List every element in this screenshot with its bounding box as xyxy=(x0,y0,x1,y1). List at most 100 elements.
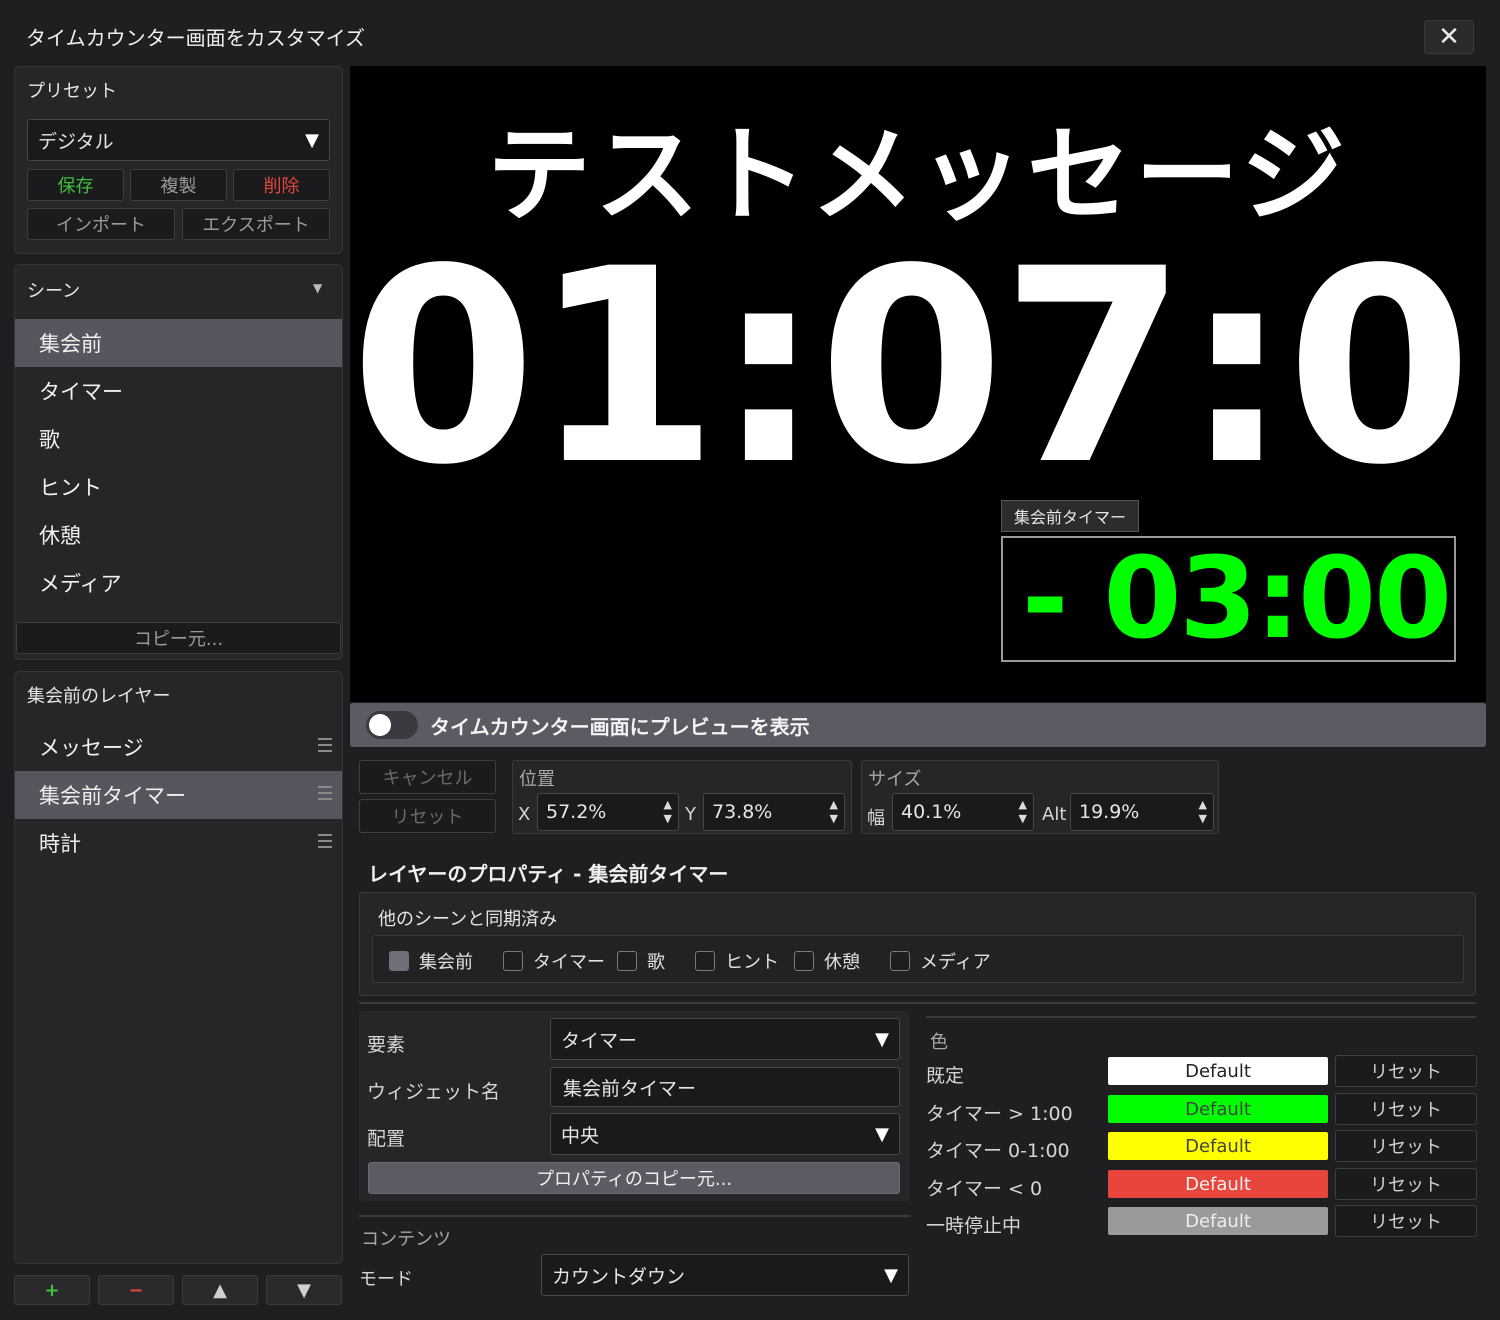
color-reset-label: リセット xyxy=(1370,1212,1442,1233)
sync-checkbox-label: 休憩 xyxy=(824,952,860,973)
minus-icon: − xyxy=(128,1279,144,1301)
save-preset-label: 保存 xyxy=(57,176,94,197)
arrow-up-icon: ▲ xyxy=(213,1279,227,1301)
import-button[interactable]: インポート xyxy=(27,208,175,240)
chevron-down-icon: ▼ xyxy=(884,1264,898,1286)
sync-checkbox-タイマー[interactable]: タイマー xyxy=(503,948,605,974)
sync-checkbox-休憩[interactable]: 休憩 xyxy=(794,948,860,974)
widget-name-label: ウィジェット名 xyxy=(367,1081,501,1103)
color-reset-button[interactable]: リセット xyxy=(1335,1205,1477,1237)
reset-button[interactable]: リセット xyxy=(359,799,496,833)
element-label: 要素 xyxy=(367,1034,406,1056)
move-down-button[interactable]: ▼ xyxy=(266,1275,342,1305)
move-up-button[interactable]: ▲ xyxy=(182,1275,258,1305)
cancel-label: キャンセル xyxy=(382,768,473,789)
widget-name-input[interactable]: 集会前タイマー xyxy=(550,1067,900,1107)
scene-copy-from-button[interactable]: コピー元... xyxy=(16,622,341,654)
scene-item-label: ヒント xyxy=(39,476,102,500)
export-button[interactable]: エクスポート xyxy=(182,208,330,240)
checkbox-icon[interactable] xyxy=(890,951,910,971)
stepper-icon[interactable]: ▲ ▼ xyxy=(1199,798,1207,826)
drag-handle-icon[interactable] xyxy=(318,786,332,800)
color-swatch-default[interactable]: Default xyxy=(1108,1057,1328,1085)
preset-select[interactable]: デジタル ▼ xyxy=(27,119,330,161)
preview-toggle-switch[interactable] xyxy=(366,711,418,739)
element-select[interactable]: タイマー ▼ xyxy=(550,1018,900,1060)
color-reset-button[interactable]: リセット xyxy=(1335,1093,1477,1125)
layer-item-label: メッセージ xyxy=(39,736,144,760)
color-row-label: 一時停止中 xyxy=(926,1215,1022,1237)
color-swatch-text: Default xyxy=(1185,1098,1251,1120)
color-swatch-over-1min[interactable]: Default xyxy=(1108,1095,1328,1123)
color-swatch-negative[interactable]: Default xyxy=(1108,1170,1328,1198)
delete-preset-button[interactable]: 削除 xyxy=(233,169,330,201)
color-swatch-text: Default xyxy=(1185,1060,1251,1082)
cancel-button[interactable]: キャンセル xyxy=(359,760,496,794)
y-value: 73.8% xyxy=(712,801,773,823)
collapse-icon[interactable]: ▼ xyxy=(313,281,322,295)
layer-item-メッセージ[interactable]: メッセージ xyxy=(15,723,342,771)
sync-checkbox-集会前[interactable]: 集会前 xyxy=(389,948,473,974)
color-reset-button[interactable]: リセット xyxy=(1335,1055,1477,1087)
plus-icon: + xyxy=(44,1279,60,1301)
layer-item-label: 集会前タイマー xyxy=(39,784,186,808)
height-label: Alt xyxy=(1042,804,1067,825)
save-preset-button[interactable]: 保存 xyxy=(27,169,124,201)
width-input[interactable]: 40.1% ▲ ▼ xyxy=(892,793,1034,831)
scene-item-集会前[interactable]: 集会前 xyxy=(15,319,342,367)
drag-handle-icon[interactable] xyxy=(318,738,332,752)
color-reset-label: リセット xyxy=(1370,1062,1442,1083)
chevron-down-icon: ▼ xyxy=(875,1028,889,1050)
scene-item-label: タイマー xyxy=(39,380,123,404)
mode-select[interactable]: カウントダウン ▼ xyxy=(541,1254,909,1296)
divider xyxy=(359,1215,910,1217)
remove-layer-button[interactable]: − xyxy=(98,1275,174,1305)
stepper-icon[interactable]: ▲ ▼ xyxy=(664,798,672,826)
scene-item-メディア[interactable]: メディア xyxy=(15,559,342,607)
position-heading: 位置 xyxy=(519,769,555,790)
copy-properties-button[interactable]: プロパティのコピー元... xyxy=(368,1162,900,1194)
color-swatch-paused[interactable]: Default xyxy=(1108,1207,1328,1235)
scene-item-タイマー[interactable]: タイマー xyxy=(15,367,342,415)
checkbox-icon[interactable] xyxy=(617,951,637,971)
scene-item-歌[interactable]: 歌 xyxy=(15,415,342,463)
y-input[interactable]: 73.8% ▲ ▼ xyxy=(703,793,845,831)
window-title: タイムカウンター画面をカスタマイズ xyxy=(26,26,365,50)
preview-timer[interactable]: - 03:00 xyxy=(1001,536,1456,662)
scene-item-休憩[interactable]: 休憩 xyxy=(15,511,342,559)
preview-toggle-label: タイムカウンター画面にプレビューを表示 xyxy=(430,714,810,739)
duplicate-preset-button[interactable]: 複製 xyxy=(130,169,227,201)
preview-toggle-bar: タイムカウンター画面にプレビューを表示 xyxy=(350,703,1486,747)
height-input[interactable]: 19.9% ▲ ▼ xyxy=(1070,793,1214,831)
scene-item-ヒント[interactable]: ヒント xyxy=(15,463,342,511)
scene-item-label: 休憩 xyxy=(39,524,81,548)
color-reset-label: リセット xyxy=(1370,1175,1442,1196)
add-layer-button[interactable]: + xyxy=(14,1275,90,1305)
layer-item-集会前タイマー[interactable]: 集会前タイマー xyxy=(15,771,342,819)
x-input[interactable]: 57.2% ▲ ▼ xyxy=(537,793,679,831)
delete-preset-label: 削除 xyxy=(263,176,300,197)
align-select[interactable]: 中央 ▼ xyxy=(550,1113,900,1155)
close-button[interactable]: ✕ xyxy=(1424,20,1474,54)
checkbox-icon[interactable] xyxy=(794,951,814,971)
sync-checkbox-ヒント[interactable]: ヒント xyxy=(695,948,779,974)
stepper-icon[interactable]: ▲ ▼ xyxy=(830,798,838,826)
color-reset-button[interactable]: リセット xyxy=(1335,1130,1477,1162)
arrow-down-icon: ▼ xyxy=(297,1279,311,1301)
color-reset-button[interactable]: リセット xyxy=(1335,1168,1477,1200)
reset-label: リセット xyxy=(391,807,464,828)
chevron-down-icon: ▼ xyxy=(875,1123,889,1145)
stepper-icon[interactable]: ▲ ▼ xyxy=(1019,798,1027,826)
y-label: Y xyxy=(685,804,696,825)
sync-checkbox-歌[interactable]: 歌 xyxy=(617,948,665,974)
preset-panel: プリセット デジタル ▼ 保存 複製 削除 インポート エクスポート xyxy=(14,66,343,254)
checkbox-icon[interactable] xyxy=(695,951,715,971)
checkbox-icon[interactable] xyxy=(389,951,409,971)
sync-checkbox-メディア[interactable]: メディア xyxy=(890,948,991,974)
color-swatch-text: Default xyxy=(1185,1210,1251,1232)
drag-handle-icon[interactable] xyxy=(318,834,332,848)
copy-properties-label: プロパティのコピー元... xyxy=(535,1169,733,1190)
color-swatch-0-1min[interactable]: Default xyxy=(1108,1132,1328,1160)
checkbox-icon[interactable] xyxy=(503,951,523,971)
layer-item-時計[interactable]: 時計 xyxy=(15,819,342,867)
